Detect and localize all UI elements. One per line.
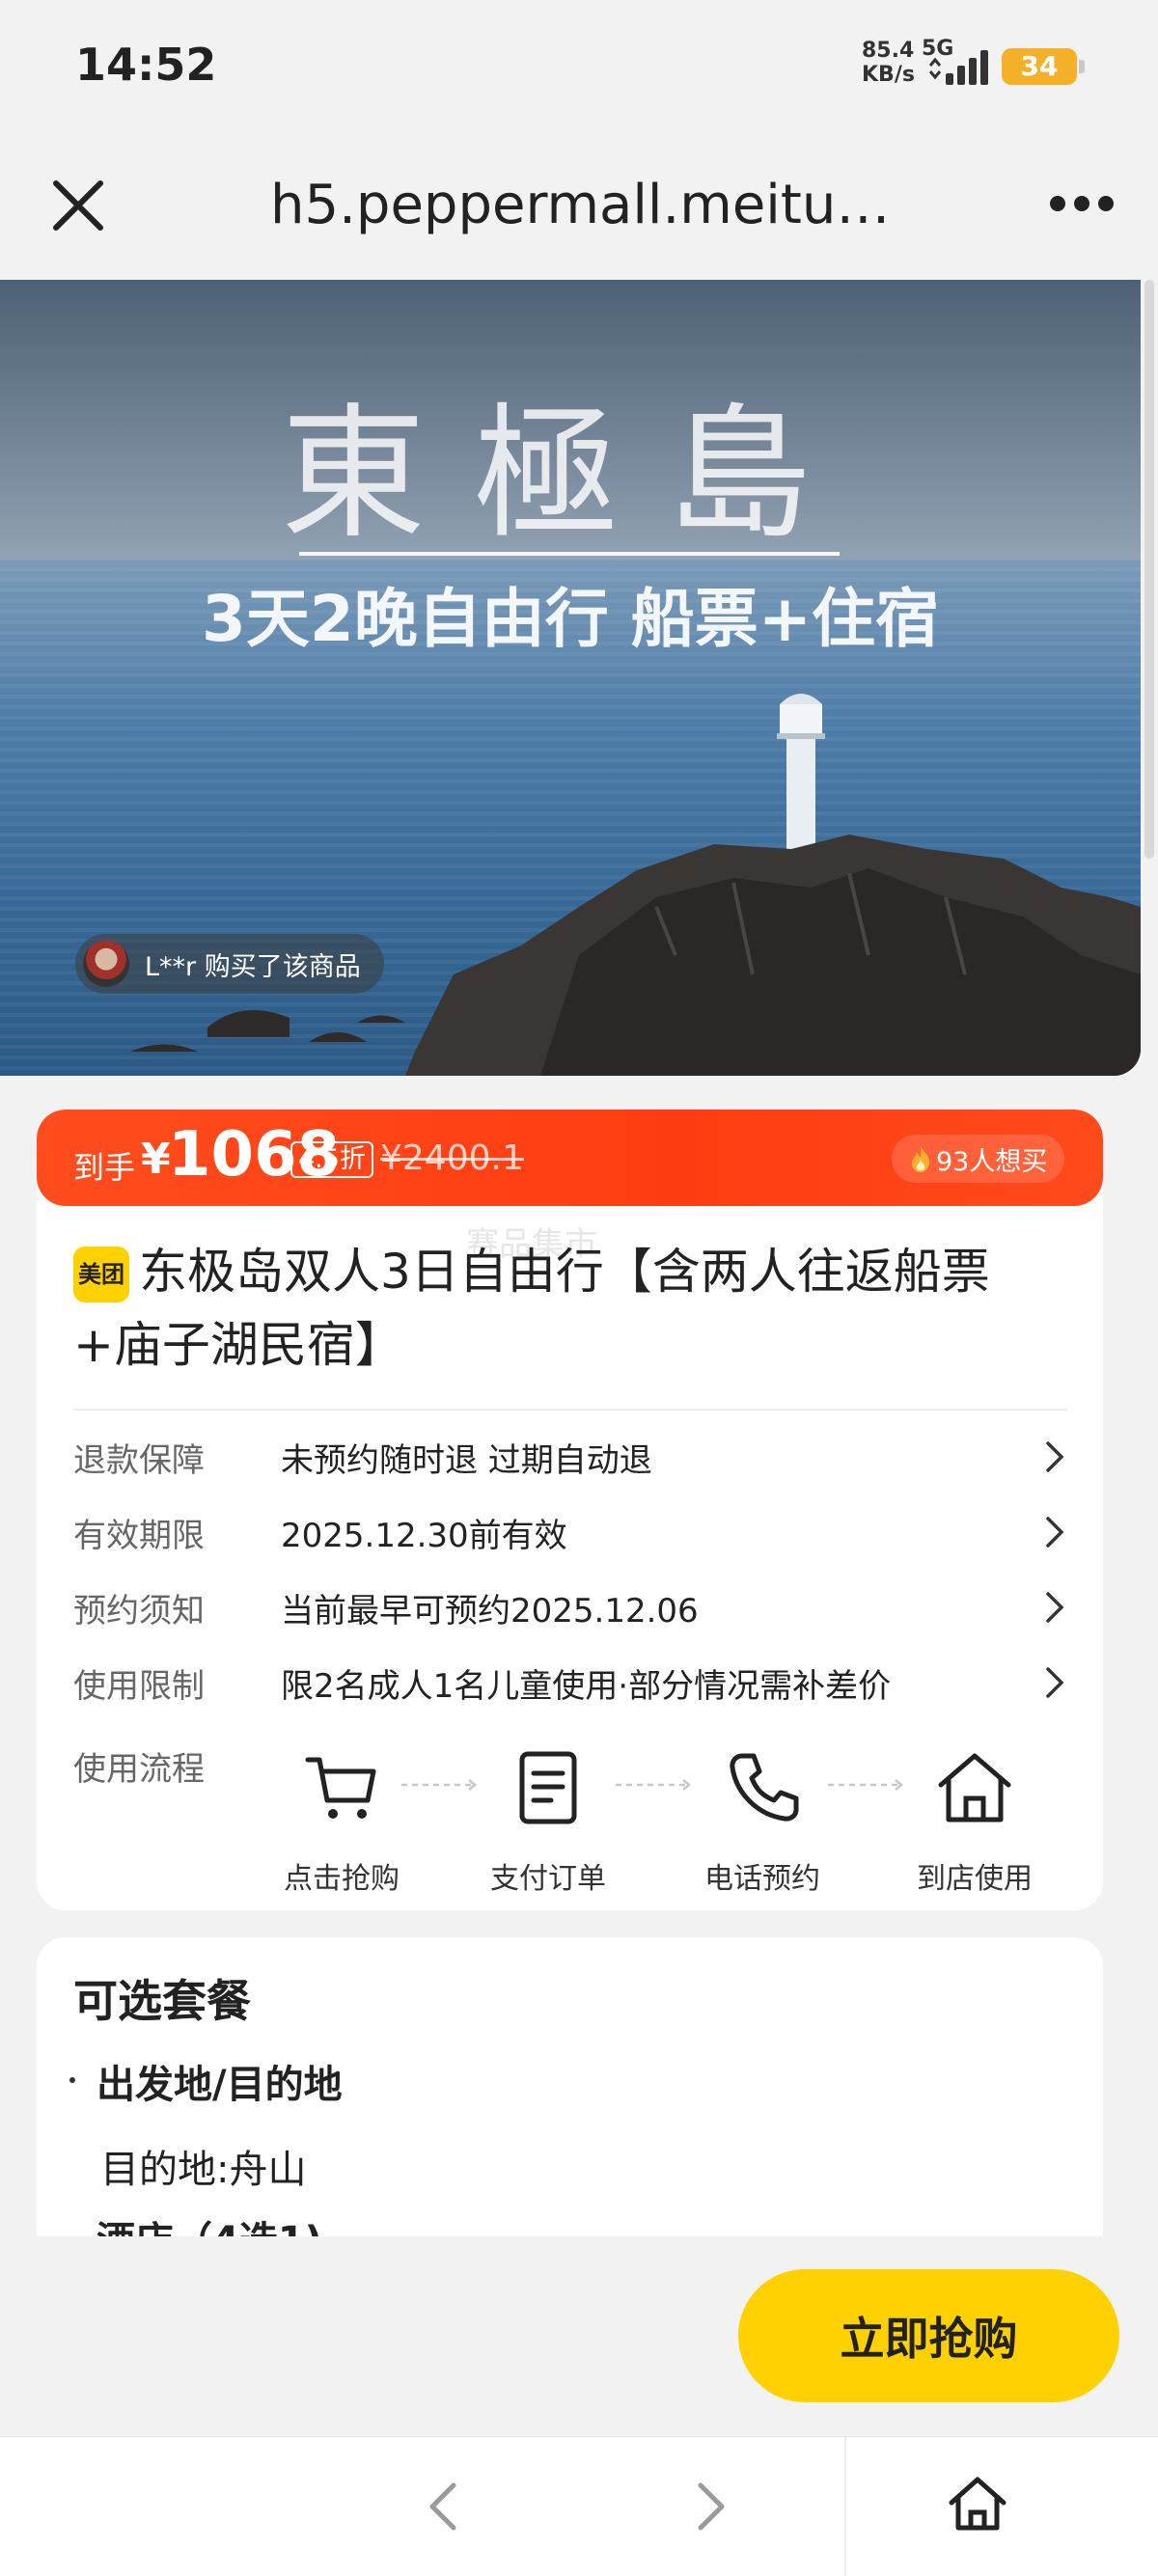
bottom-nav (0, 2436, 1158, 2576)
flow-step-label: 到店使用 (917, 1862, 1033, 1896)
product-title-text: 东极岛双人3日自由行【含两人往返船票+庙子湖民宿】 (73, 1244, 990, 1373)
price-currency: ¥ (141, 1135, 171, 1184)
flow-arrow (401, 1779, 477, 1791)
package-title: 可选套餐 (73, 1975, 251, 2027)
price-prefix: 到手 (73, 1149, 136, 1186)
network-speed-unit: KB/s (862, 63, 915, 87)
brand-badge: 美团 (73, 1247, 129, 1302)
info-label: 使用限制 (73, 1667, 205, 1706)
package-section-title: 酒店（4选1) (96, 2209, 322, 2236)
flow-step-label: 点击抢购 (284, 1862, 400, 1896)
battery-indicator: 34 (1002, 48, 1085, 85)
hero-banner[interactable]: 東極島 3天2晚自由行 船票+住宿 L**r 购买了该商品 (0, 280, 1141, 1076)
want-count: 93人想买 (936, 1146, 1048, 1177)
info-label: 有效期限 (73, 1517, 205, 1555)
browser-header: h5.peppermall.meitua... (0, 135, 1158, 280)
info-label: 退款保障 (73, 1441, 205, 1480)
info-label: 预约须知 (73, 1592, 205, 1631)
phone-icon (730, 1753, 799, 1822)
flow-label: 使用流程 (73, 1750, 205, 1789)
order-icon (519, 1751, 577, 1824)
buy-now-button[interactable]: 立即抢购 (738, 2269, 1119, 2402)
home-icon[interactable] (946, 2472, 1009, 2535)
back-icon[interactable] (415, 2476, 473, 2537)
info-row-booking[interactable]: 预约须知 当前最早可预约2025.12.06 (73, 1578, 1067, 1636)
flow-step-label: 支付订单 (490, 1862, 606, 1896)
info-value: 2025.12.30前有效 (281, 1517, 567, 1555)
info-row-refund[interactable]: 退款保障 未预约随时退 过期自动退 (73, 1428, 1067, 1486)
product-title: 美团 东极岛双人3日自由行【含两人往返船票+庙子湖民宿】 (73, 1235, 1067, 1382)
buyer-notice-text: L**r 购买了该商品 (145, 951, 361, 982)
info-value: 未预约随时退 过期自动退 (281, 1441, 652, 1480)
chevron-right-icon (1046, 1592, 1064, 1623)
status-time: 14:52 (75, 39, 217, 91)
network-speed-value: 85.4 (862, 39, 915, 63)
forward-icon[interactable] (681, 2476, 739, 2537)
avatar (83, 941, 129, 987)
signal-icon (928, 50, 988, 85)
divider (73, 1409, 1067, 1411)
bullet (69, 2077, 75, 2083)
scrollbar[interactable] (1144, 280, 1154, 859)
flow-step-pay: 支付订单 (471, 1746, 625, 1897)
flow-arrow (616, 1779, 691, 1791)
flame-icon (912, 1145, 930, 1172)
flow-step-use: 到店使用 (897, 1746, 1052, 1897)
info-value: 限2名成人1名儿童使用·部分情况需补差价 (281, 1667, 892, 1706)
network-speed: 85.4 KB/s (862, 39, 915, 87)
more-icon[interactable] (1048, 189, 1116, 218)
nav-divider (844, 2437, 846, 2576)
status-bar: 14:52 85.4 KB/s 5G 34 (0, 0, 1158, 135)
buyer-notice: L**r 购买了该商品 (75, 934, 384, 994)
close-icon[interactable] (48, 176, 108, 235)
chevron-right-icon (1046, 1667, 1064, 1698)
flow-step-label: 电话预约 (704, 1862, 820, 1896)
flow-step-call: 电话预约 (685, 1746, 840, 1897)
cart-icon (305, 1757, 376, 1819)
flow-step-buy: 点击抢购 (264, 1746, 419, 1897)
flow-arrow (828, 1779, 903, 1791)
price-bar: 到手 ¥ 1068 4.5折 ¥2400.1 93人想买 (37, 1110, 1103, 1206)
package-option-destination[interactable]: 目的地:舟山 (100, 2138, 306, 2194)
want-count-badge: 93人想买 (892, 1135, 1065, 1183)
page-url: h5.peppermall.meitua... (270, 174, 897, 236)
info-row-validity[interactable]: 有效期限 2025.12.30前有效 (73, 1503, 1067, 1561)
discount-tag: 4.5折 (290, 1141, 373, 1178)
store-icon (938, 1753, 1011, 1822)
package-section-title: 出发地/目的地 (96, 2063, 343, 2107)
chevron-right-icon (1046, 1441, 1064, 1472)
info-row-limit[interactable]: 使用限制 限2名成人1名儿童使用·部分情况需补差价 (73, 1654, 1067, 1712)
original-price: ¥2400.1 (380, 1138, 524, 1178)
package-card: 可选套餐 出发地/目的地 目的地:舟山 酒店（4选1) (37, 1937, 1103, 2236)
chevron-right-icon (1046, 1517, 1064, 1548)
info-value: 当前最早可预约2025.12.06 (281, 1592, 699, 1631)
product-card: 到手 ¥ 1068 4.5折 ¥2400.1 93人想买 赛品集市 美团 东极岛双… (37, 1110, 1103, 1910)
